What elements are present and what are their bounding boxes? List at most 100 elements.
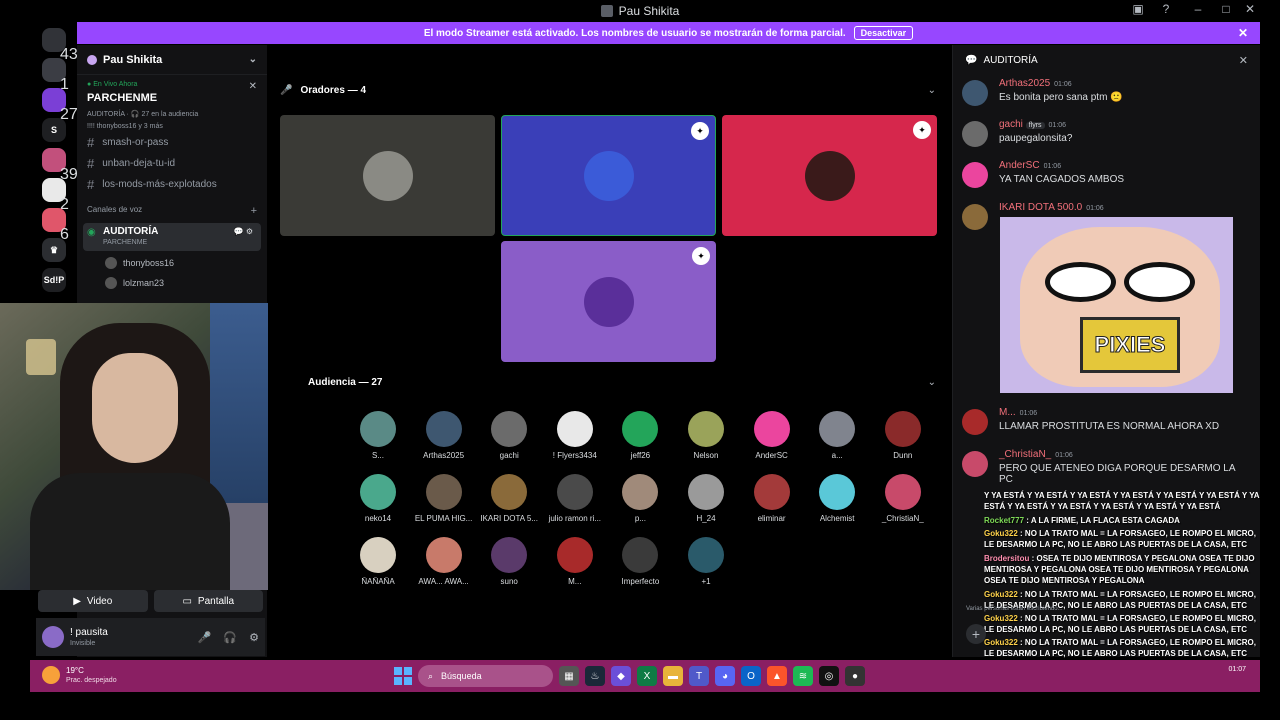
- avatar: [962, 451, 988, 477]
- gear-icon[interactable]: ⚙: [249, 631, 259, 644]
- audience-member[interactable]: AnderSC: [742, 411, 802, 460]
- add-channel-icon[interactable]: +: [251, 205, 257, 217]
- close-icon[interactable]: ✕: [249, 81, 257, 92]
- server-icon[interactable]: S: [42, 118, 66, 142]
- voice-user[interactable]: thonyboss16: [77, 253, 267, 273]
- stage-area: 🎤 Oradores — 4 ⌄ ✦ ✦ ✦ Audiencia — 27 ⌄ S..…: [268, 45, 950, 657]
- text-channel[interactable]: # smash-or-pass: [77, 132, 267, 153]
- chat-message[interactable]: AnderSC 01:06 YA TAN CAGADOS AMBOS: [962, 160, 1252, 196]
- overlay-user: Goku322: [984, 638, 1018, 647]
- audience-member[interactable]: Nelson: [676, 411, 736, 460]
- voice-channel-auditoria[interactable]: ◉ AUDITORÍA PARCHENME 💬⚙: [83, 223, 261, 251]
- audience-member[interactable]: neko14: [348, 474, 408, 523]
- app-icon[interactable]: ●: [845, 666, 865, 686]
- close-icon[interactable]: ✕: [1239, 54, 1248, 67]
- voice-user-name: lolzman23: [123, 278, 165, 288]
- audience-name: AWA... AWA...: [418, 577, 469, 586]
- microphone-icon[interactable]: 🎤: [198, 631, 212, 644]
- server-header[interactable]: Pau Shikita ⌄: [77, 45, 267, 75]
- chat-message[interactable]: M... 01:06 LLAMAR PROSTITUTA ES NORMAL AHO…: [962, 407, 1252, 443]
- server-icon[interactable]: Sd!P: [42, 268, 66, 292]
- audience-member[interactable]: M...: [545, 537, 605, 586]
- chevron-down-icon[interactable]: ⌄: [928, 377, 936, 388]
- disable-streamer-mode-button[interactable]: Desactivar: [853, 26, 914, 40]
- user-name: ! pausita: [70, 627, 108, 638]
- audience-member[interactable]: eliminar: [742, 474, 802, 523]
- minimize-button[interactable]: –: [1190, 2, 1206, 16]
- audience-member[interactable]: Arthas2025: [414, 411, 474, 460]
- excel-icon[interactable]: X: [637, 666, 657, 686]
- avatar: [884, 411, 921, 447]
- window-titlebar: Pau Shikita ▣ ? – □ ✕: [0, 0, 1280, 20]
- inbox-icon[interactable]: ▣: [1130, 2, 1146, 16]
- file-explorer-icon[interactable]: ▬: [663, 666, 683, 686]
- app-icon: [600, 5, 613, 17]
- audience-member[interactable]: EL PUMA HIG...: [414, 474, 474, 523]
- audience-member[interactable]: ! Flyers3434: [545, 411, 605, 460]
- channel-name: smash-or-pass: [102, 137, 169, 148]
- speaker-tile[interactable]: [280, 115, 495, 236]
- audience-member[interactable]: Imperfecto: [610, 537, 670, 586]
- add-attachment-button[interactable]: +: [966, 624, 986, 644]
- spotify-icon[interactable]: ≋: [793, 666, 813, 686]
- audience-member[interactable]: Alchemist: [807, 474, 867, 523]
- chat-bubble-icon: 💬: [965, 54, 978, 66]
- headphones-icon[interactable]: 🎧: [223, 631, 237, 644]
- search-icon: ⌕: [428, 670, 434, 681]
- voice-user[interactable]: lolzman23: [77, 273, 267, 293]
- audience-member[interactable]: suno: [479, 537, 539, 586]
- video-button[interactable]: ▶ Video: [38, 590, 148, 612]
- live-stage-card[interactable]: ● En Vivo Ahora PARCHENME AUDITORÍA · 🎧 …: [77, 75, 267, 132]
- audience-member[interactable]: S...: [348, 411, 408, 460]
- server-icon[interactable]: ♛: [42, 238, 66, 262]
- teams-icon[interactable]: T: [689, 666, 709, 686]
- speaker-tile[interactable]: ✦: [722, 115, 937, 236]
- chat-message[interactable]: Arthas2025 01:06 Es bonita pero sana ptm 🙁: [962, 78, 1252, 114]
- audience-member[interactable]: +1: [676, 537, 736, 586]
- text-channel[interactable]: # los-mods-más-explotados: [77, 174, 267, 195]
- message-time: 01:06: [1086, 205, 1104, 212]
- audience-member[interactable]: AWA... AWA...: [414, 537, 474, 586]
- audience-member[interactable]: H_24: [676, 474, 736, 523]
- meme-image[interactable]: PIXIES: [1000, 217, 1233, 393]
- avatar: [583, 276, 634, 327]
- chat-message[interactable]: gachi flyrs 01:06 paupegalonsita?: [962, 119, 1252, 155]
- discord-icon[interactable]: ◕: [715, 666, 735, 686]
- audience-member[interactable]: IKARI DOTA 5...: [479, 474, 539, 523]
- avatar: [425, 474, 462, 510]
- message-author: _ChristiaN_ 01:06: [999, 449, 1073, 460]
- audience-member[interactable]: gachi: [479, 411, 539, 460]
- outlook-icon[interactable]: O: [741, 666, 761, 686]
- close-window-button[interactable]: ✕: [1242, 2, 1258, 16]
- steam-icon[interactable]: ♨: [585, 666, 605, 686]
- obs-icon[interactable]: ◎: [819, 666, 839, 686]
- audience-member[interactable]: a...: [807, 411, 867, 460]
- taskbar-search[interactable]: ⌕ Búsqueda: [418, 665, 553, 687]
- audience-name: p...: [634, 514, 646, 523]
- audience-member[interactable]: p...: [610, 474, 670, 523]
- chevron-down-icon[interactable]: ⌄: [249, 54, 257, 65]
- audience-member[interactable]: _ChristiaN_: [873, 474, 933, 523]
- audience-member[interactable]: ÑAÑAÑA: [348, 537, 408, 586]
- voice-category[interactable]: Canales de voz +: [77, 195, 267, 221]
- author-name: _ChristiaN_: [999, 449, 1052, 460]
- chevron-down-icon[interactable]: ⌄: [928, 85, 936, 96]
- audience-member[interactable]: julio ramon ri...: [545, 474, 605, 523]
- maximize-button[interactable]: □: [1218, 2, 1234, 16]
- channel-actions[interactable]: 💬⚙: [234, 227, 255, 236]
- audience-member[interactable]: jeff26: [610, 411, 670, 460]
- chat-message[interactable]: _ChristiaN_ 01:06 PERO QUE ATENEO DIGA POR…: [962, 449, 1252, 485]
- screen-share-button[interactable]: ▭ Pantalla: [153, 590, 263, 612]
- weather-widget[interactable]: 19°C Prac. despejado: [42, 666, 117, 684]
- audience-member[interactable]: Dunn: [873, 411, 933, 460]
- task-view-icon[interactable]: ▦: [559, 666, 579, 686]
- speaker-tile[interactable]: ✦: [501, 115, 716, 236]
- avatar[interactable]: [42, 626, 64, 648]
- speaker-tile[interactable]: ✦: [501, 241, 716, 362]
- text-channel[interactable]: # unban-deja-tu-id: [77, 153, 267, 174]
- help-icon[interactable]: ?: [1158, 2, 1174, 16]
- app-icon[interactable]: ◆: [611, 666, 631, 686]
- brave-icon[interactable]: ▲: [767, 666, 787, 686]
- close-icon[interactable]: ✕: [1238, 26, 1248, 40]
- windows-start-icon[interactable]: [394, 667, 412, 685]
